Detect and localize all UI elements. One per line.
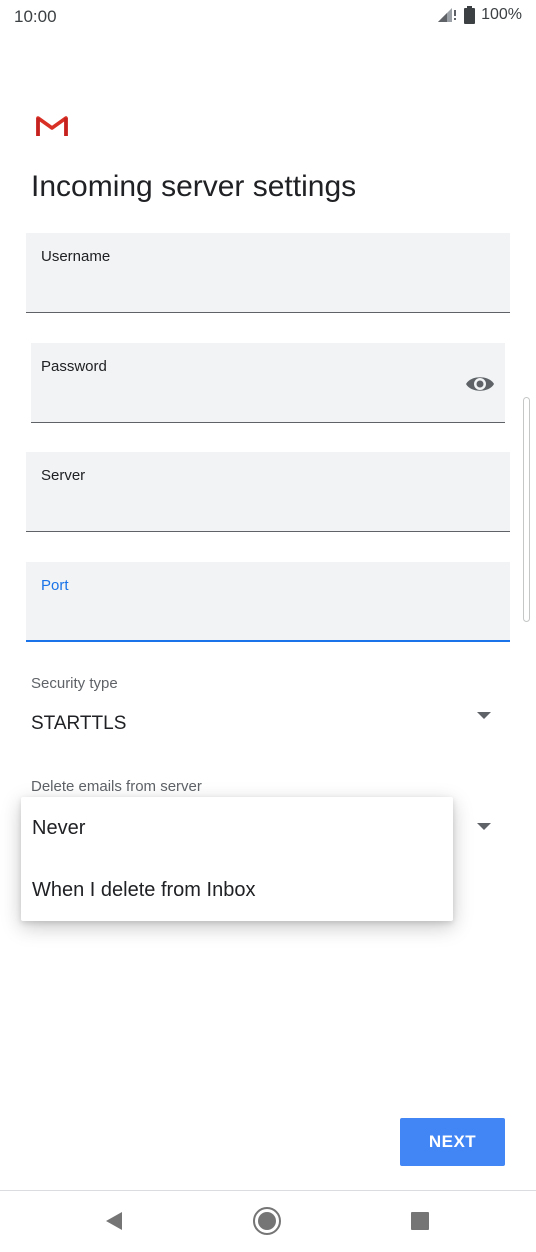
status-icons: 100% <box>436 6 522 24</box>
server-label: Server <box>41 467 86 484</box>
menu-item-never[interactable]: Never <box>21 797 453 859</box>
home-circle-icon[interactable] <box>249 1203 285 1239</box>
delete-emails-label: Delete emails from server <box>31 778 202 795</box>
password-input[interactable] <box>41 386 455 414</box>
delete-emails-menu: Never When I delete from Inbox <box>21 797 453 921</box>
server-field[interactable]: Server <box>26 452 510 532</box>
username-label: Username <box>41 248 111 265</box>
port-field[interactable]: Port <box>26 562 510 642</box>
menu-item-when-delete-from-inbox[interactable]: When I delete from Inbox <box>21 859 453 921</box>
server-input[interactable] <box>41 495 495 523</box>
port-label: Port <box>41 577 69 594</box>
screen: 10:00 100% Incoming server settings User… <box>0 0 536 1252</box>
signal-icon <box>436 6 458 24</box>
battery-percent: 100% <box>481 6 522 23</box>
back-triangle-icon[interactable] <box>96 1203 132 1239</box>
eye-icon[interactable] <box>465 369 495 399</box>
port-input[interactable] <box>41 604 495 632</box>
recents-square-icon[interactable] <box>402 1203 438 1239</box>
password-label: Password <box>41 358 107 375</box>
security-type-label: Security type <box>31 675 118 692</box>
username-input[interactable] <box>41 276 495 304</box>
status-bar: 10:00 100% <box>0 0 536 36</box>
security-type-value[interactable]: STARTTLS <box>31 713 126 735</box>
navigation-bar <box>0 1190 536 1252</box>
scrollbar[interactable] <box>523 397 530 622</box>
page-title: Incoming server settings <box>31 170 357 203</box>
security-type-dropdown-icon[interactable] <box>477 712 491 719</box>
status-time: 10:00 <box>14 7 57 26</box>
next-button[interactable]: NEXT <box>400 1118 505 1166</box>
battery-icon <box>464 6 476 24</box>
delete-emails-dropdown-icon[interactable] <box>477 823 491 830</box>
username-field[interactable]: Username <box>26 233 510 313</box>
password-field[interactable]: Password <box>31 343 505 423</box>
gmail-logo-icon <box>36 114 68 138</box>
